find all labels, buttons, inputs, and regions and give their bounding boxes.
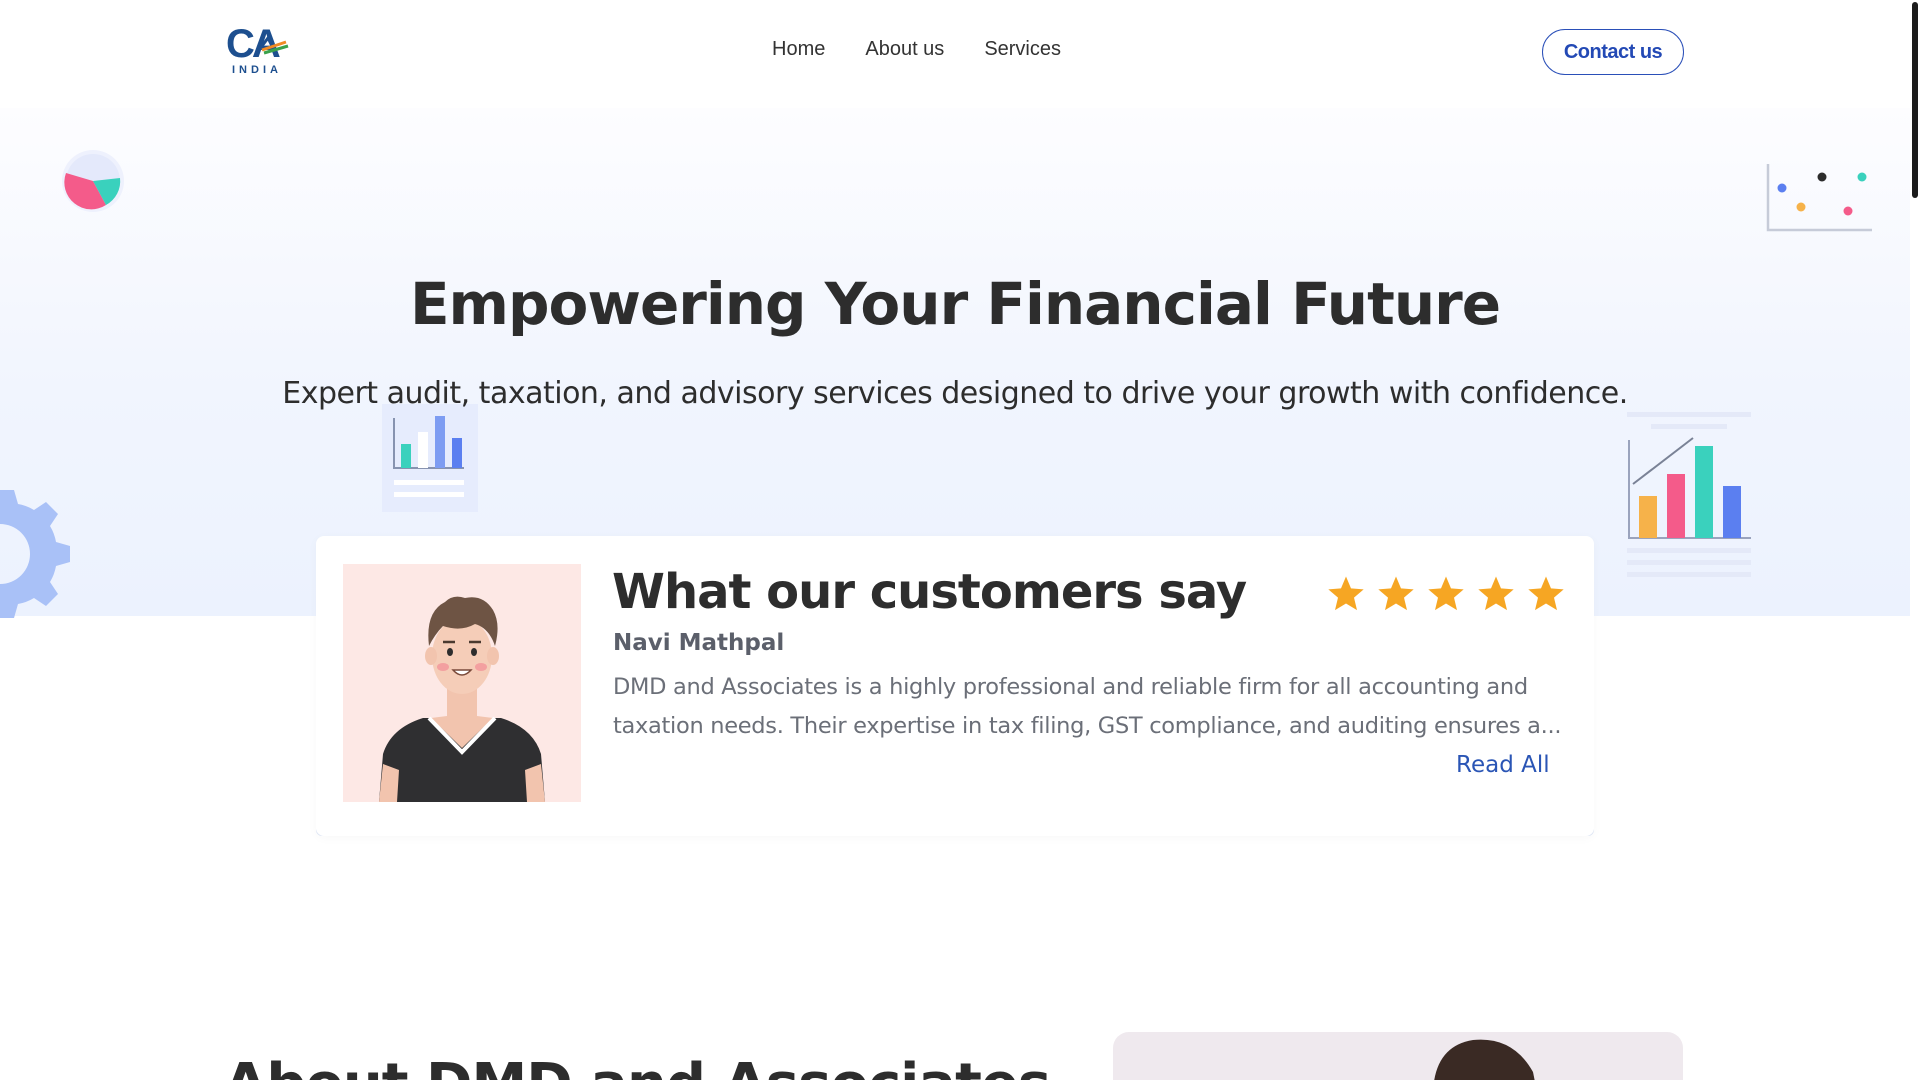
review-line-1: DMD and Associates is a highly professio… [613, 674, 1528, 700]
scatter-plot-icon [1766, 164, 1872, 232]
logo-swoosh-icon [254, 35, 289, 55]
testimonial-heading: What our customers say [612, 564, 1247, 620]
scrollbar-thumb[interactable] [1912, 2, 1918, 198]
testimonial-card: What our customers say Navi Mathpal DMD … [316, 536, 1594, 836]
person-illustration-icon [379, 596, 545, 802]
star-icon [1528, 576, 1564, 611]
about-section-title: About DMD and Associates [224, 1052, 1051, 1080]
person-photo-icon [1434, 1039, 1535, 1080]
logo-sub-text: INDIA [232, 64, 282, 76]
pie-chart-icon [62, 150, 124, 212]
about-photo [1113, 1032, 1683, 1080]
star-icon [1378, 576, 1414, 611]
gear-icon [0, 490, 70, 618]
main-menu: Home About us Services [772, 38, 1061, 61]
star-rating [1326, 574, 1566, 614]
review-text: DMD and Associates is a highly professio… [613, 668, 1563, 746]
star-icon [1428, 576, 1464, 611]
nav-about-link[interactable]: About us [865, 38, 944, 61]
review-line-2: taxation needs. Their expertise in tax f… [613, 713, 1562, 739]
reviewer-name: Navi Mathpal [613, 630, 785, 656]
ca-india-logo[interactable]: CA INDIA [224, 22, 292, 80]
growth-bar-chart-icon [1627, 412, 1751, 577]
read-all-link[interactable]: Read All [1456, 752, 1550, 778]
page: CA INDIA Home About us Services Contact … [0, 0, 1920, 1080]
reviewer-avatar [343, 564, 581, 802]
nav-services-link[interactable]: Services [984, 38, 1061, 61]
star-icon [1478, 576, 1514, 611]
contact-us-button[interactable]: Contact us [1542, 29, 1684, 75]
hero-subtitle: Expert audit, taxation, and advisory ser… [282, 376, 1628, 411]
nav-home-link[interactable]: Home [772, 38, 825, 61]
star-icon [1328, 576, 1364, 611]
navbar: CA INDIA Home About us Services Contact … [0, 0, 1910, 104]
hero-title: Empowering Your Financial Future [409, 270, 1501, 338]
bar-chart-report-icon [382, 404, 478, 512]
